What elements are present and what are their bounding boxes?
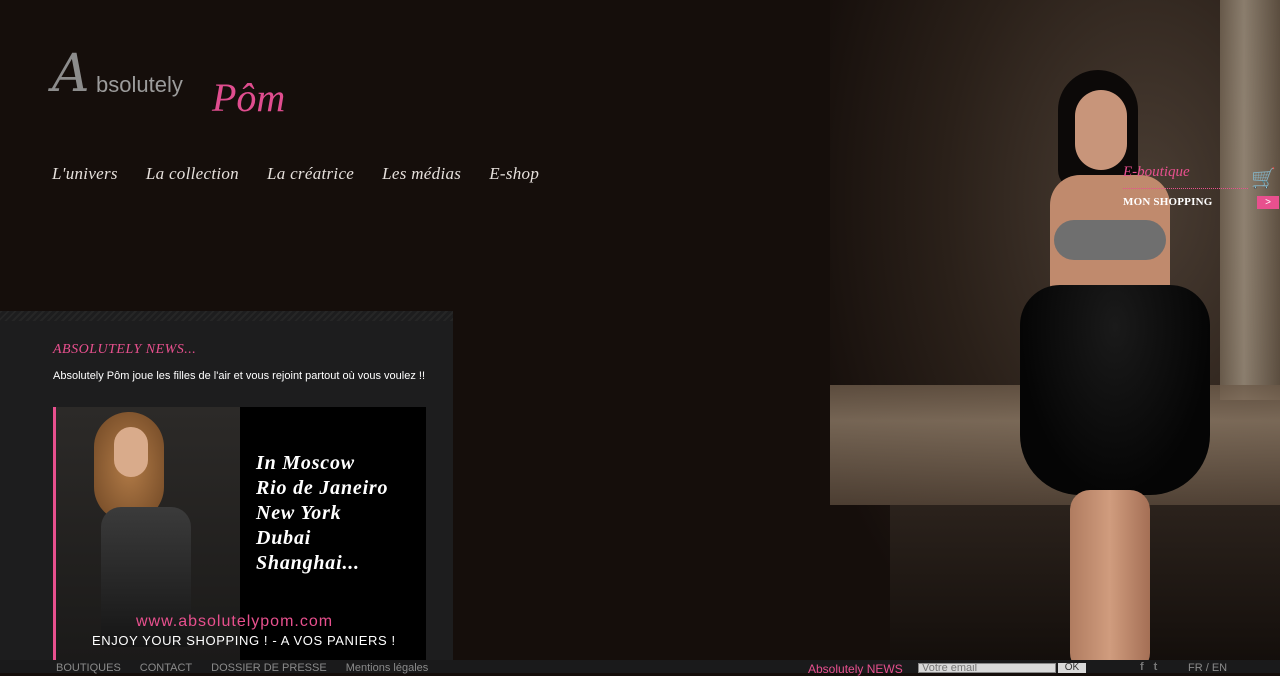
footer-link-boutiques[interactable]: BOUTIQUES: [56, 662, 121, 674]
banner-url: www.absolutelypom.com: [136, 613, 334, 630]
nav-eshop[interactable]: E-shop: [489, 164, 539, 184]
footer-news-label: Absolutely NEWS: [808, 662, 903, 676]
shopping-box: E-boutique 🛒 MON SHOPPING >: [1123, 164, 1280, 214]
model-figure: [1020, 70, 1210, 673]
nav-creatrice[interactable]: La créatrice: [267, 164, 354, 184]
city-4: Dubai: [256, 527, 312, 549]
city-1: In Moscow: [256, 452, 355, 474]
footer-link-contact[interactable]: CONTACT: [140, 662, 192, 674]
footer-link-press[interactable]: DOSSIER DE PRESSE: [211, 662, 327, 674]
shopping-arrow-button[interactable]: >: [1257, 196, 1279, 209]
nav-medias[interactable]: Les médias: [382, 164, 461, 184]
city-2: Rio de Janeiro: [256, 477, 389, 499]
nav-collection[interactable]: La collection: [146, 164, 239, 184]
city-3: New York: [256, 502, 342, 524]
shopping-divider: [1123, 188, 1248, 189]
nav-univers[interactable]: L'univers: [52, 164, 118, 184]
banner-cities: In Moscow Rio de Janeiro New York Dubai …: [256, 451, 416, 576]
news-title: ABSOLUTELY NEWS...: [53, 342, 197, 357]
news-banner[interactable]: In Moscow Rio de Janeiro New York Dubai …: [53, 407, 426, 660]
footer-bar: BOUTIQUES CONTACT DOSSIER DE PRESSE Ment…: [0, 660, 1280, 676]
footer-links: BOUTIQUES CONTACT DOSSIER DE PRESSE Ment…: [56, 662, 447, 674]
mon-shopping-label[interactable]: MON SHOPPING: [1123, 196, 1212, 208]
cart-icon[interactable]: 🛒: [1251, 166, 1277, 190]
logo-initial: A: [52, 44, 90, 104]
eboutique-link[interactable]: E-boutique: [1123, 164, 1190, 181]
logo-word-pom: Pôm: [212, 75, 286, 120]
banner-tagline: ENJOY YOUR SHOPPING ! - A VOS PANIERS !: [92, 633, 396, 648]
city-5: Shanghai...: [256, 552, 360, 574]
facebook-icon[interactable]: f: [1140, 661, 1144, 673]
newsletter-ok-button[interactable]: OK: [1058, 663, 1086, 673]
hero-photo: [830, 0, 1280, 673]
social-links: f t: [1140, 661, 1157, 673]
news-text: Absolutely Pôm joue les filles de l'air …: [53, 370, 426, 382]
language-switcher[interactable]: FR / EN: [1188, 662, 1227, 674]
brand-logo[interactable]: A bsolutely Pôm: [52, 44, 322, 124]
twitter-icon[interactable]: t: [1154, 661, 1158, 673]
logo-word-absolutely: bsolutely: [96, 72, 183, 97]
main-nav: L'univers La collection La créatrice Les…: [52, 164, 567, 184]
news-top-stripe: [0, 311, 453, 321]
footer-link-legal[interactable]: Mentions légales: [346, 662, 429, 674]
newsletter-email-input[interactable]: [918, 663, 1056, 673]
news-panel: ABSOLUTELY NEWS... Absolutely Pôm joue l…: [0, 311, 453, 660]
